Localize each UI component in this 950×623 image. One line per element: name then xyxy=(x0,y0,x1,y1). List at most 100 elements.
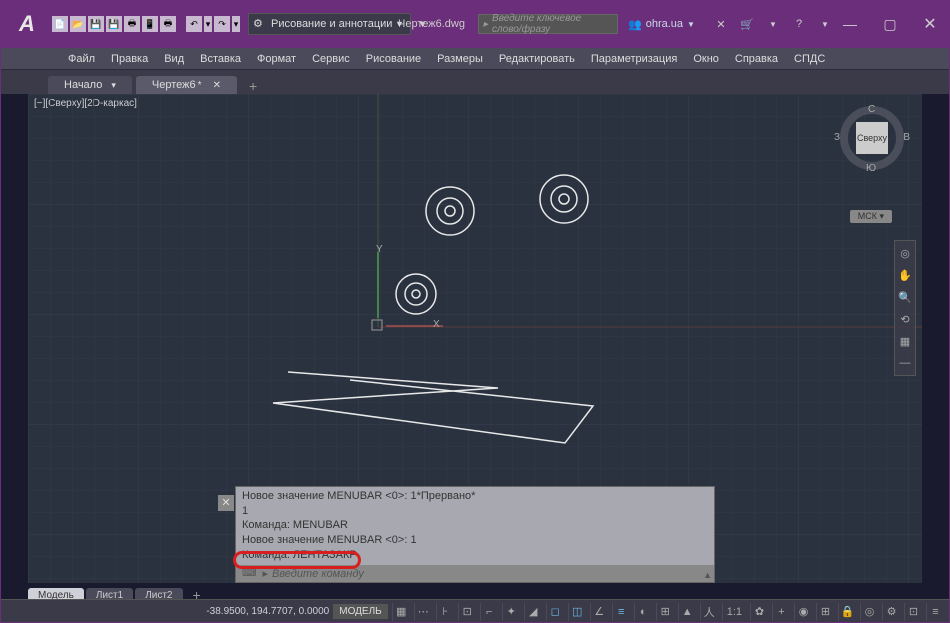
user-area[interactable]: 👥 ohra.ua ▼ xyxy=(628,18,695,31)
viewcube[interactable]: Сверху С Ю В З xyxy=(840,106,904,170)
app-logo[interactable]: A xyxy=(8,5,46,43)
menu-dimension[interactable]: Размеры xyxy=(429,48,491,69)
cmd-line: 1 xyxy=(242,504,708,519)
viewcube-face[interactable]: Сверху xyxy=(856,122,888,154)
lineweight-icon[interactable]: ≡ xyxy=(612,603,630,621)
3dosnap-icon[interactable]: ◫ xyxy=(568,603,586,621)
units-icon[interactable]: ◉ xyxy=(794,603,812,621)
window-controls: — ▢ ✕ xyxy=(830,8,950,40)
menu-help[interactable]: Справка xyxy=(727,48,786,69)
tab-drawing[interactable]: Чертеж6* ✕ xyxy=(136,76,237,94)
transparency-icon[interactable]: ◐ xyxy=(634,603,652,621)
saveas-icon[interactable]: 💾 xyxy=(106,16,122,32)
maximize-button[interactable]: ▢ xyxy=(870,8,910,40)
menu-format[interactable]: Формат xyxy=(249,48,304,69)
selection-cycling-icon[interactable]: ⊞ xyxy=(656,603,674,621)
isodraft-icon[interactable]: ◢ xyxy=(524,603,542,621)
wcs-selector[interactable]: МСК ▾ xyxy=(850,210,892,223)
dynamic-input-icon[interactable]: ⊡ xyxy=(458,603,476,621)
otrack-icon[interactable]: ∠ xyxy=(590,603,608,621)
tab-start[interactable]: Начало ▾ xyxy=(48,76,132,94)
quickprops-icon[interactable]: ⊞ xyxy=(816,603,834,621)
minimize-button[interactable]: — xyxy=(830,8,870,40)
command-window[interactable]: ✕ Новое значение MENUBAR <0>: 1*Прервано… xyxy=(235,486,715,583)
new-tab-button[interactable]: + xyxy=(241,78,265,94)
command-input[interactable]: ▸ Введите команду xyxy=(236,565,714,582)
menu-view[interactable]: Вид xyxy=(156,48,192,69)
menu-edit[interactable]: Правка xyxy=(103,48,156,69)
vc-east: В xyxy=(903,132,910,143)
annotation-monitor-icon[interactable]: + xyxy=(772,603,790,621)
customize-icon[interactable]: ≡ xyxy=(926,603,944,621)
menu-file[interactable]: Файл xyxy=(60,48,103,69)
workspace-label: Рисование и аннотации xyxy=(271,18,392,30)
isolate-icon[interactable]: ◎ xyxy=(860,603,878,621)
orbit-icon[interactable]: ⟲ xyxy=(897,311,913,327)
menu-modify[interactable]: Редактировать xyxy=(491,48,583,69)
cleanscreen-icon[interactable]: ⊡ xyxy=(904,603,922,621)
command-close-icon[interactable]: ✕ xyxy=(218,495,234,511)
workspace-selector[interactable]: ⚙ Рисование и аннотации ▼ xyxy=(248,13,411,35)
cmd-scroll-up-icon[interactable]: ▲ xyxy=(703,570,712,580)
x-axis-label: X xyxy=(433,319,440,330)
menu-tools[interactable]: Сервис xyxy=(304,48,358,69)
workspace-icon[interactable]: ✿ xyxy=(750,603,768,621)
menu-spds[interactable]: СПДС xyxy=(786,48,833,69)
exchange-icon[interactable]: ✕ xyxy=(712,15,730,33)
hardware-accel-icon[interactable]: ⚙ xyxy=(882,603,900,621)
lock-ui-icon[interactable]: 🔒 xyxy=(838,603,856,621)
menu-draw[interactable]: Рисование xyxy=(358,48,429,69)
cmd-line: Новое значение MENUBAR <0>: 1 xyxy=(242,533,708,548)
plot-preview-icon[interactable]: 🖶 xyxy=(160,16,176,32)
cart-icon[interactable]: 🛒 xyxy=(738,15,756,33)
redo-dd-icon[interactable]: ▾ xyxy=(232,16,240,32)
grid-icon[interactable]: ▦ xyxy=(392,603,410,621)
menu-window[interactable]: Окно xyxy=(685,48,727,69)
polar-icon[interactable]: ✦ xyxy=(502,603,520,621)
y-axis-label: Y xyxy=(376,244,383,255)
vc-south: Ю xyxy=(866,163,876,174)
menu-insert[interactable]: Вставка xyxy=(192,48,249,69)
search-input[interactable]: ▸ Введите ключевое слово/фразу xyxy=(478,14,618,34)
annoscale-icon[interactable]: 人 xyxy=(700,603,718,621)
undo-icon[interactable]: ↶ xyxy=(186,16,202,32)
save-icon[interactable]: 💾 xyxy=(88,16,104,32)
redo-icon[interactable]: ↷ xyxy=(214,16,230,32)
wheel-icon[interactable]: ◎ xyxy=(897,245,913,261)
tab-label: Начало xyxy=(64,79,102,91)
plot-icon[interactable]: 🖶 xyxy=(124,16,140,32)
snap-icon[interactable]: ⋯ xyxy=(414,603,432,621)
vc-west: З xyxy=(834,132,840,143)
close-button[interactable]: ✕ xyxy=(910,8,950,40)
cmd-line: Новое значение MENUBAR <0>: 1*Прервано* xyxy=(242,489,708,504)
menu-parametric[interactable]: Параметризация xyxy=(583,48,685,69)
zoom-icon[interactable]: 🔍 xyxy=(897,289,913,305)
cmd-placeholder: Введите команду xyxy=(272,568,364,580)
help-icon[interactable]: ? xyxy=(790,15,808,33)
navigation-bar: ◎ ✋ 🔍 ⟲ ▦ — xyxy=(894,240,916,376)
tab-close-icon[interactable]: ✕ xyxy=(213,80,221,91)
undo-dd-icon[interactable]: ▾ xyxy=(204,16,212,32)
scale-display[interactable]: 1:1 xyxy=(722,603,746,621)
search-placeholder: Введите ключевое слово/фразу xyxy=(492,13,613,35)
open-icon[interactable]: 📂 xyxy=(70,16,86,32)
coordinates-display[interactable]: -38.9500, 194.7707, 0.0000 xyxy=(206,606,329,617)
cmd-line: Команда: MENUBAR xyxy=(242,518,708,533)
infer-icon[interactable]: ⊦ xyxy=(436,603,454,621)
navbar-menu-icon[interactable]: — xyxy=(897,355,913,371)
statusbar: -38.9500, 194.7707, 0.0000 МОДЕЛЬ ▦ ⋯ ⊦ … xyxy=(0,599,950,623)
chevron-down-icon: ▾ xyxy=(111,80,116,90)
mobile-icon[interactable]: 📱 xyxy=(142,16,158,32)
osnap-icon[interactable]: ◻ xyxy=(546,603,564,621)
signin-icon: 👥 xyxy=(628,18,642,31)
chevron-down-icon[interactable]: ▼ xyxy=(764,15,782,33)
command-history: Новое значение MENUBAR <0>: 1*Прервано* … xyxy=(236,487,714,565)
gear-icon: ⚙ xyxy=(253,17,267,31)
annotation-icon[interactable]: ▲ xyxy=(678,603,696,621)
pan-icon[interactable]: ✋ xyxy=(897,267,913,283)
document-title: Чертеж6.dwg xyxy=(398,18,465,30)
new-icon[interactable]: 📄 xyxy=(52,16,68,32)
showmotion-icon[interactable]: ▦ xyxy=(897,333,913,349)
ortho-icon[interactable]: ⌐ xyxy=(480,603,498,621)
space-mode[interactable]: МОДЕЛЬ xyxy=(333,604,387,619)
